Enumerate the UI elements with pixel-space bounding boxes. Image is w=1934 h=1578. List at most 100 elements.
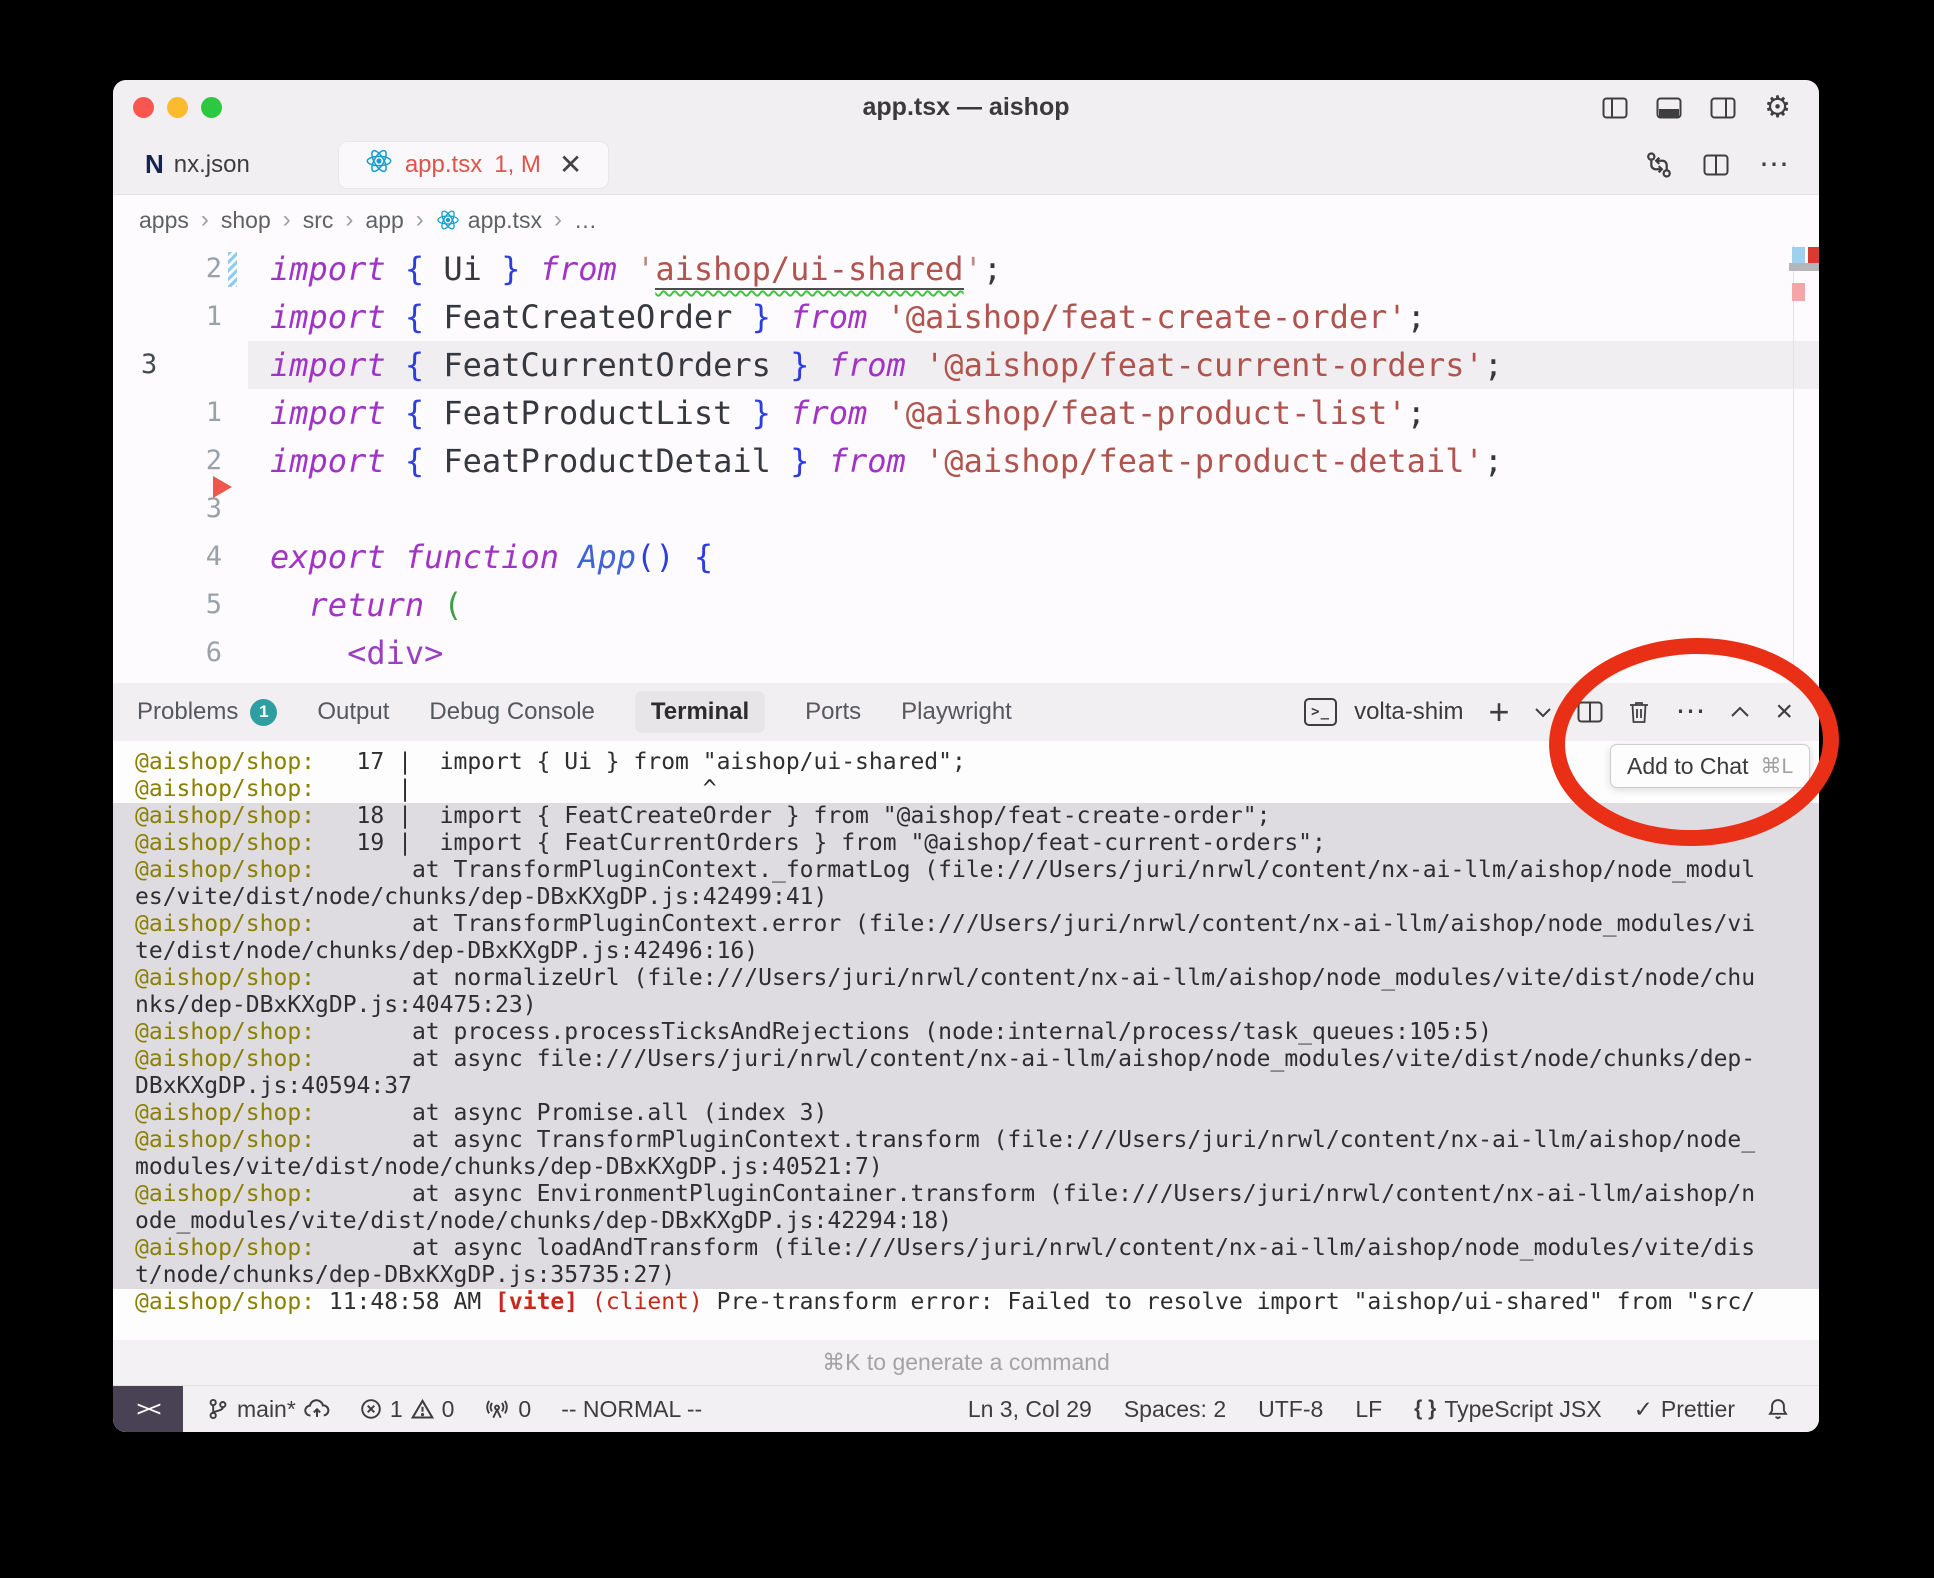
code-line[interactable]: 3 import { FeatCurrentOrders } from '@ais… xyxy=(113,341,1819,389)
panel-more-actions-icon[interactable]: ⋯ xyxy=(1675,697,1705,727)
code-text: import { FeatCurrentOrders } from '@aish… xyxy=(270,341,1503,389)
indentation-status[interactable]: Spaces: 2 xyxy=(1124,1396,1226,1423)
error-circle-icon xyxy=(360,1398,382,1420)
react-icon xyxy=(436,208,460,232)
line-number: 3 xyxy=(141,341,157,389)
panel-tab-label: Output xyxy=(317,698,389,726)
tab-nx-json[interactable]: N nx.json xyxy=(119,141,276,189)
git-branch-icon xyxy=(207,1397,229,1421)
tab-dirty-badge: 1, M xyxy=(494,151,541,179)
settings-gear-icon[interactable]: ⚙ xyxy=(1764,93,1791,123)
terminal-instance-name[interactable]: volta-shim xyxy=(1354,698,1463,726)
red-arrow-marker xyxy=(213,476,243,498)
terminal-line: @aishop/shop: at async TransformPluginCo… xyxy=(113,1127,1819,1154)
new-terminal-icon[interactable]: + xyxy=(1488,694,1509,730)
code-line[interactable]: 5 return ( xyxy=(113,581,1819,629)
terminal-output[interactable]: @aishop/shop: 17 | import { Ui } from "a… xyxy=(113,741,1819,1340)
cursor-position-status[interactable]: Ln 3, Col 29 xyxy=(968,1396,1092,1423)
notifications-bell-icon[interactable] xyxy=(1767,1397,1789,1421)
code-line[interactable]: 1 import { FeatCreateOrder } from '@aisho… xyxy=(113,293,1819,341)
breadcrumb-item[interactable]: shop xyxy=(221,207,271,234)
braces-icon: { } xyxy=(1414,1397,1436,1421)
code-editor[interactable]: 2import { Ui } from 'aishop/ui-shared';1… xyxy=(113,245,1819,683)
overview-ruler-border xyxy=(1793,245,1794,683)
language-mode-status[interactable]: { } TypeScript JSX xyxy=(1414,1396,1601,1423)
editor-lines: 2import { Ui } from 'aishop/ui-shared';1… xyxy=(113,245,1819,677)
formatter-status[interactable]: ✓ Prettier xyxy=(1634,1396,1735,1423)
terminal-line: nks/dep-DBxKXgDP.js:40475:23) xyxy=(113,992,1819,1019)
forwarded-ports-status[interactable]: 0 xyxy=(484,1396,531,1423)
code-line[interactable]: 2import { FeatProductDetail } from '@ais… xyxy=(113,437,1819,485)
code-text: import { Ui } from 'aishop/ui-shared'; xyxy=(270,245,1002,293)
terminal-line: @aishop/shop: | ^ xyxy=(113,776,1819,803)
line-number: 1 xyxy=(206,293,222,341)
kill-terminal-trash-icon[interactable] xyxy=(1628,700,1650,724)
breadcrumb-separator: › xyxy=(554,206,562,234)
split-terminal-icon[interactable] xyxy=(1577,701,1603,723)
tab-app-tsx[interactable]: app.tsx 1, M ✕ xyxy=(338,141,610,189)
line-number: 4 xyxy=(206,533,222,581)
panel-tab-label: Terminal xyxy=(651,698,749,726)
terminal-line: @aishop/shop: 17 | import { Ui } from "a… xyxy=(113,749,1819,776)
close-tab-icon[interactable]: ✕ xyxy=(559,151,582,179)
terminal-line: @aishop/shop: at async loadAndTransform … xyxy=(113,1235,1819,1262)
tab-label: nx.json xyxy=(174,151,250,179)
split-editor-icon[interactable] xyxy=(1703,154,1729,176)
breadcrumb-separator: › xyxy=(345,206,353,234)
panel-tab-ports[interactable]: Ports xyxy=(805,698,861,726)
terminal-line: @aishop/shop: 11:48:58 AM [vite] (client… xyxy=(113,1289,1819,1316)
code-line[interactable]: 3 xyxy=(113,485,1819,533)
window-title: app.tsx — aishop xyxy=(113,93,1819,122)
breadcrumb-item[interactable]: app.tsx xyxy=(436,207,542,234)
breadcrumb: apps›shop›src›app›app.tsx›… xyxy=(139,206,597,234)
gutter: 4 xyxy=(113,533,270,581)
open-changes-icon[interactable] xyxy=(1645,151,1673,179)
breadcrumb-separator: › xyxy=(283,206,291,234)
remote-indicator[interactable]: >< xyxy=(113,1386,183,1432)
panel-tab-output[interactable]: Output xyxy=(317,698,389,726)
terminal-toolbar: >_ volta-shim + ⋯ × xyxy=(1304,694,1793,730)
breadcrumb-item[interactable]: src xyxy=(303,207,334,234)
git-branch-status[interactable]: main* xyxy=(207,1396,330,1423)
overview-ruler-info-mark xyxy=(1792,247,1805,263)
terminal-icon: >_ xyxy=(1304,698,1337,726)
toggle-primary-sidebar-icon[interactable] xyxy=(1602,97,1628,119)
maximize-panel-chevron-icon[interactable] xyxy=(1730,706,1750,718)
terminal-line: @aishop/shop: at process.processTicksAnd… xyxy=(113,1019,1819,1046)
generate-command-hint: ⌘K to generate a command xyxy=(822,1349,1110,1376)
terminal-line: ode_modules/vite/dist/node/chunks/dep-DB… xyxy=(113,1208,1819,1235)
add-to-chat-shortcut: ⌘L xyxy=(1760,754,1793,779)
breadcrumb-item[interactable]: … xyxy=(574,207,597,234)
code-line[interactable]: 2import { Ui } from 'aishop/ui-shared'; xyxy=(113,245,1819,293)
scrollbar-slider[interactable] xyxy=(1789,263,1819,271)
add-to-chat-tooltip[interactable]: Add to Chat ⌘L xyxy=(1610,744,1810,788)
terminal-dropdown-chevron-icon[interactable] xyxy=(1534,707,1552,718)
breadcrumb-item[interactable]: app xyxy=(365,207,403,234)
problems-count-badge: 1 xyxy=(250,699,277,726)
breadcrumb-row: apps›shop›src›app›app.tsx›… xyxy=(113,195,1819,245)
warning-triangle-icon xyxy=(411,1398,434,1420)
encoding-status[interactable]: UTF-8 xyxy=(1258,1396,1323,1423)
more-actions-icon[interactable]: ⋯ xyxy=(1759,150,1789,180)
problems-status[interactable]: 1 0 xyxy=(360,1396,455,1423)
toggle-panel-icon[interactable] xyxy=(1656,97,1682,119)
gutter: 1 xyxy=(113,389,270,437)
toggle-secondary-sidebar-icon[interactable] xyxy=(1710,97,1736,119)
panel-tab-playwright[interactable]: Playwright xyxy=(901,698,1012,726)
code-line[interactable]: 6 <div> xyxy=(113,629,1819,677)
panel-tabs: Problems 1 Output Debug Console Terminal Port… xyxy=(137,691,1012,733)
panel-header: Problems 1 Output Debug Console Terminal Port… xyxy=(113,683,1819,741)
panel-tab-problems[interactable]: Problems 1 xyxy=(137,698,277,726)
close-panel-icon[interactable]: × xyxy=(1775,697,1793,727)
panel-tab-terminal[interactable]: Terminal xyxy=(635,691,765,733)
panel-tab-label: Problems xyxy=(137,698,238,726)
code-text: import { FeatCreateOrder } from '@aishop… xyxy=(270,293,1426,341)
status-left: main* 1 0 xyxy=(183,1386,702,1432)
code-line[interactable]: 4 export function App() { xyxy=(113,533,1819,581)
panel-tab-debug-console[interactable]: Debug Console xyxy=(429,698,594,726)
code-text: export function App() { xyxy=(270,533,713,581)
code-line[interactable]: 1import { FeatProductList } from '@aisho… xyxy=(113,389,1819,437)
eol-status[interactable]: LF xyxy=(1355,1396,1382,1423)
terminal-line: @aishop/shop: 18 | import { FeatCreateOr… xyxy=(113,803,1819,830)
breadcrumb-item[interactable]: apps xyxy=(139,207,189,234)
